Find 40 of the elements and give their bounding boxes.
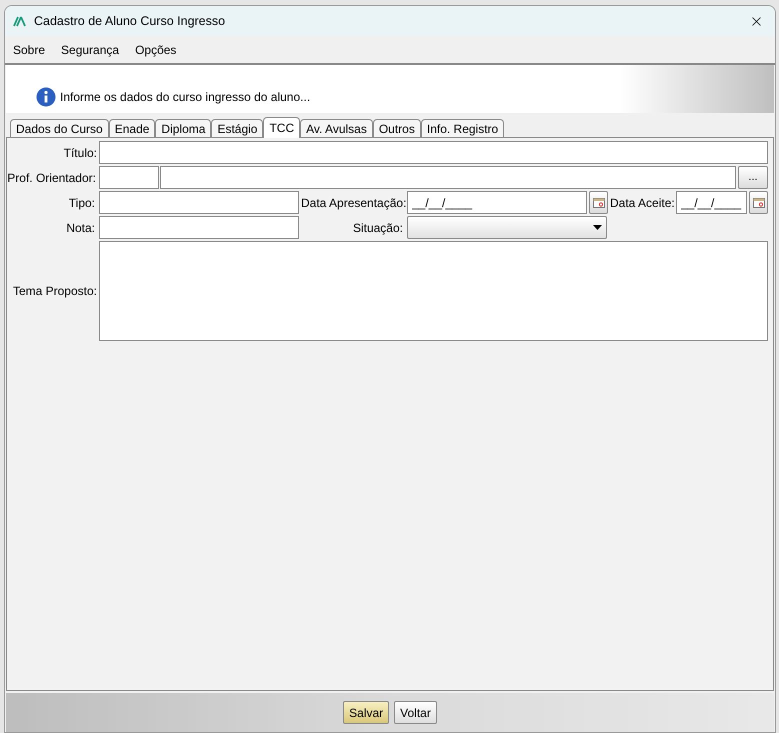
tema-label: Tema Proposto: — [12, 283, 98, 300]
tema-field[interactable] — [99, 241, 768, 341]
back-button[interactable]: Voltar — [394, 701, 437, 724]
data-aceite-field[interactable]: __/__/____ — [676, 191, 747, 214]
browse-button[interactable]: ... — [738, 166, 768, 189]
info-icon — [36, 87, 56, 107]
dropdown-arrow-icon — [593, 225, 602, 230]
info-message: Informe os dados do curso ingresso do aluno... — [60, 89, 310, 106]
menu-item[interactable]: Segurança — [61, 40, 120, 58]
orientador-label: Prof. Orientador: — [7, 170, 97, 186]
calendar-icon — [752, 198, 764, 208]
menu-item[interactable]: Sobre — [13, 40, 46, 58]
menu-item[interactable]: Opções — [135, 40, 176, 58]
save-button[interactable]: Salvar — [343, 701, 390, 724]
data-aceite-label: Data Aceite: — [610, 194, 674, 212]
app-logo-icon — [13, 16, 27, 26]
nota-label: Nota: — [65, 220, 96, 236]
tab[interactable]: Enade — [108, 119, 156, 137]
titulo-field[interactable] — [99, 141, 768, 164]
situacao-dropdown[interactable] — [407, 216, 607, 239]
nota-field[interactable] — [99, 216, 299, 239]
calendar-button[interactable] — [749, 191, 768, 214]
orientador-code-field[interactable] — [99, 166, 159, 189]
tab[interactable]: Av. Avulsas — [300, 119, 373, 137]
window-title: Cadastro de Aluno Curso Ingresso — [34, 12, 226, 30]
titulo-label: Título: — [62, 144, 98, 162]
tab[interactable]: Outros — [372, 119, 421, 137]
data-apresentacao-label: Data Apresentação: — [301, 194, 405, 212]
situacao-label: Situação: — [352, 220, 404, 236]
data-apresentacao-field[interactable]: __/__/____ — [407, 191, 587, 214]
calendar-icon — [592, 198, 604, 208]
tab[interactable]: Diploma — [155, 119, 212, 137]
calendar-button[interactable] — [589, 191, 608, 214]
tab[interactable]: Dados do Curso — [10, 119, 109, 137]
tab[interactable]: Estágio — [211, 119, 264, 137]
tipo-label: Tipo: — [68, 194, 96, 212]
tab[interactable]: TCC — [263, 117, 300, 138]
tab[interactable]: Info. Registro — [420, 119, 504, 137]
tipo-field[interactable] — [99, 191, 299, 214]
orientador-name-field[interactable] — [160, 166, 736, 189]
